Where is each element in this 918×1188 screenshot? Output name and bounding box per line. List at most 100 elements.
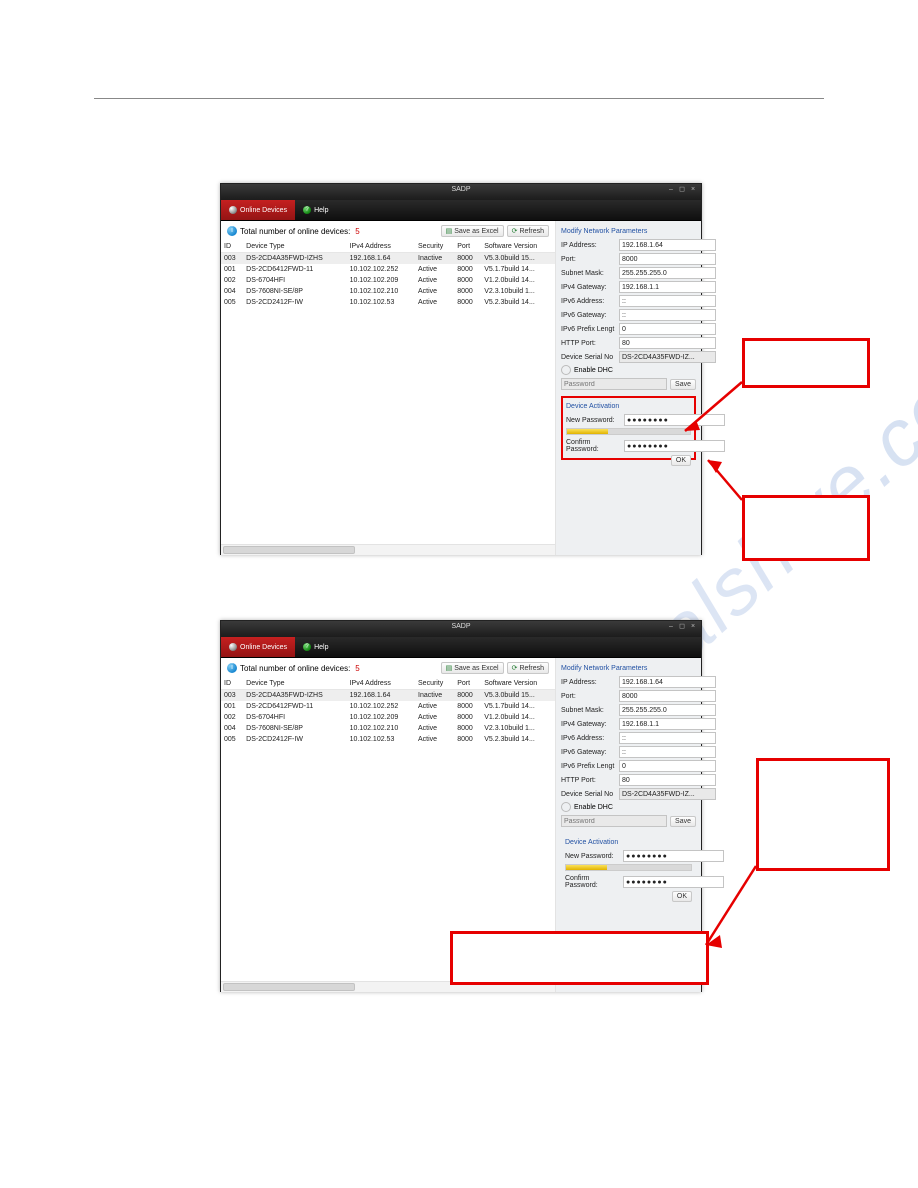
close-icon[interactable]: × bbox=[689, 186, 697, 194]
refresh-button[interactable]: ⟳Refresh bbox=[507, 662, 549, 674]
col-type[interactable]: Device Type bbox=[243, 241, 346, 253]
window-controls: – ◻ × bbox=[667, 623, 697, 631]
table-row[interactable]: 003DS-2CD4A35FWD-IZHS192.168.1.64Inactiv… bbox=[221, 253, 555, 265]
dhcp-checkbox[interactable]: Enable DHC bbox=[561, 802, 696, 812]
count-label: Total number of online devices: bbox=[240, 227, 350, 236]
tab-online-devices[interactable]: Online Devices bbox=[221, 637, 295, 657]
title-bar: SADP – ◻ × bbox=[221, 184, 701, 200]
maximize-icon[interactable]: ◻ bbox=[678, 623, 686, 631]
device-count: 5 bbox=[355, 664, 359, 673]
col-id[interactable]: ID bbox=[221, 241, 243, 253]
password-strength-bar bbox=[566, 428, 691, 435]
ip-field[interactable] bbox=[619, 676, 716, 688]
minimize-icon[interactable]: – bbox=[667, 186, 675, 194]
mask-field[interactable] bbox=[619, 267, 716, 279]
new-password-field[interactable] bbox=[624, 414, 725, 426]
tab-help[interactable]: ?Help bbox=[295, 637, 336, 657]
table-row[interactable]: 005DS-2CD2412F-IW10.102.102.53Active8000… bbox=[221, 297, 555, 308]
gateway-field[interactable] bbox=[619, 718, 716, 730]
col-ip[interactable]: IPv4 Address bbox=[347, 241, 415, 253]
ipv6-field[interactable] bbox=[619, 295, 716, 307]
panel-title: Modify Network Parameters bbox=[561, 228, 696, 235]
save-button[interactable]: Save bbox=[670, 379, 696, 390]
password-strength-bar bbox=[565, 864, 692, 871]
close-icon[interactable]: × bbox=[689, 623, 697, 631]
title-bar: SADP – ◻ × bbox=[221, 621, 701, 637]
horizontal-scrollbar[interactable] bbox=[221, 544, 555, 555]
ok-button[interactable]: OK bbox=[672, 891, 692, 902]
http-port-field[interactable] bbox=[619, 774, 716, 786]
excel-icon: ▤ bbox=[446, 664, 453, 672]
window-title: SADP bbox=[451, 623, 470, 630]
ip-field[interactable] bbox=[619, 239, 716, 251]
confirm-password-field[interactable] bbox=[623, 876, 724, 888]
col-security[interactable]: Security bbox=[415, 241, 454, 253]
info-icon: i bbox=[227, 663, 237, 673]
serial-field bbox=[619, 351, 716, 363]
mask-field[interactable] bbox=[619, 704, 716, 716]
radio-icon bbox=[561, 365, 571, 375]
callout-box bbox=[742, 338, 870, 388]
refresh-button[interactable]: ⟳Refresh bbox=[507, 225, 549, 237]
count-bar: i Total number of online devices: 5 ▤Sav… bbox=[221, 221, 555, 241]
info-icon: i bbox=[227, 226, 237, 236]
table-row[interactable]: 002DS-6704HFI10.102.102.209Active8000V1.… bbox=[221, 275, 555, 286]
device-table: ID Device Type IPv4 Address Security Por… bbox=[221, 678, 555, 745]
prefix-field[interactable] bbox=[619, 760, 716, 772]
password-field[interactable] bbox=[561, 378, 667, 390]
col-port[interactable]: Port bbox=[454, 241, 481, 253]
table-row[interactable]: 001DS-2CD6412FWD-1110.102.102.252Active8… bbox=[221, 264, 555, 275]
col-port[interactable]: Port bbox=[454, 678, 481, 690]
port-field[interactable] bbox=[619, 690, 716, 702]
col-type[interactable]: Device Type bbox=[243, 678, 346, 690]
col-id[interactable]: ID bbox=[221, 678, 243, 690]
tab-help[interactable]: ?Help bbox=[295, 200, 336, 220]
save-excel-button[interactable]: ▤Save as Excel bbox=[441, 662, 504, 674]
callout-box bbox=[450, 931, 709, 985]
new-password-field[interactable] bbox=[623, 850, 724, 862]
minimize-icon[interactable]: – bbox=[667, 623, 675, 631]
sadp-window-1: SADP – ◻ × Online Devices ?Help i Total … bbox=[220, 183, 702, 555]
tab-bar: Online Devices ?Help bbox=[221, 200, 701, 221]
activation-title: Device Activation bbox=[566, 403, 691, 410]
radio-icon bbox=[561, 802, 571, 812]
table-row[interactable]: 004DS-7608NI-SE/8P10.102.102.210Active80… bbox=[221, 723, 555, 734]
table-row[interactable]: 003DS-2CD4A35FWD-IZHS192.168.1.64Inactiv… bbox=[221, 690, 555, 702]
col-software[interactable]: Software Version bbox=[481, 678, 555, 690]
confirm-password-field[interactable] bbox=[624, 440, 725, 452]
arrow-lines bbox=[0, 0, 918, 1188]
http-port-field[interactable] bbox=[619, 337, 716, 349]
save-excel-button[interactable]: ▤Save as Excel bbox=[441, 225, 504, 237]
password-field[interactable] bbox=[561, 815, 667, 827]
activation-title: Device Activation bbox=[565, 839, 692, 846]
excel-icon: ▤ bbox=[446, 227, 453, 235]
window-controls: – ◻ × bbox=[667, 186, 697, 194]
refresh-icon: ⟳ bbox=[512, 227, 518, 235]
tab-bar: Online Devices ?Help bbox=[221, 637, 701, 658]
scroll-thumb[interactable] bbox=[223, 983, 355, 991]
prefix-field[interactable] bbox=[619, 323, 716, 335]
save-button[interactable]: Save bbox=[670, 816, 696, 827]
table-row[interactable]: 004DS-7608NI-SE/8P10.102.102.210Active80… bbox=[221, 286, 555, 297]
table-row[interactable]: 002DS-6704HFI10.102.102.209Active8000V1.… bbox=[221, 712, 555, 723]
ipv6-gateway-field[interactable] bbox=[619, 746, 716, 758]
device-activation-section: Device Activation New Password: Confirm … bbox=[561, 396, 696, 460]
col-security[interactable]: Security bbox=[415, 678, 454, 690]
ok-button[interactable]: OK bbox=[671, 455, 691, 466]
gateway-field[interactable] bbox=[619, 281, 716, 293]
col-software[interactable]: Software Version bbox=[481, 241, 555, 253]
tab-online-devices[interactable]: Online Devices bbox=[221, 200, 295, 220]
maximize-icon[interactable]: ◻ bbox=[678, 186, 686, 194]
port-field[interactable] bbox=[619, 253, 716, 265]
col-ip[interactable]: IPv4 Address bbox=[347, 678, 415, 690]
table-row[interactable]: 001DS-2CD6412FWD-1110.102.102.252Active8… bbox=[221, 701, 555, 712]
scroll-thumb[interactable] bbox=[223, 546, 355, 554]
ipv6-gateway-field[interactable] bbox=[619, 309, 716, 321]
callout-box bbox=[756, 758, 890, 871]
device-activation-section: Device Activation New Password: Confirm … bbox=[561, 833, 696, 895]
dhcp-checkbox[interactable]: Enable DHC bbox=[561, 365, 696, 375]
table-row[interactable]: 005DS-2CD2412F-IW10.102.102.53Active8000… bbox=[221, 734, 555, 745]
ipv6-field[interactable] bbox=[619, 732, 716, 744]
serial-field bbox=[619, 788, 716, 800]
device-count: 5 bbox=[355, 227, 359, 236]
